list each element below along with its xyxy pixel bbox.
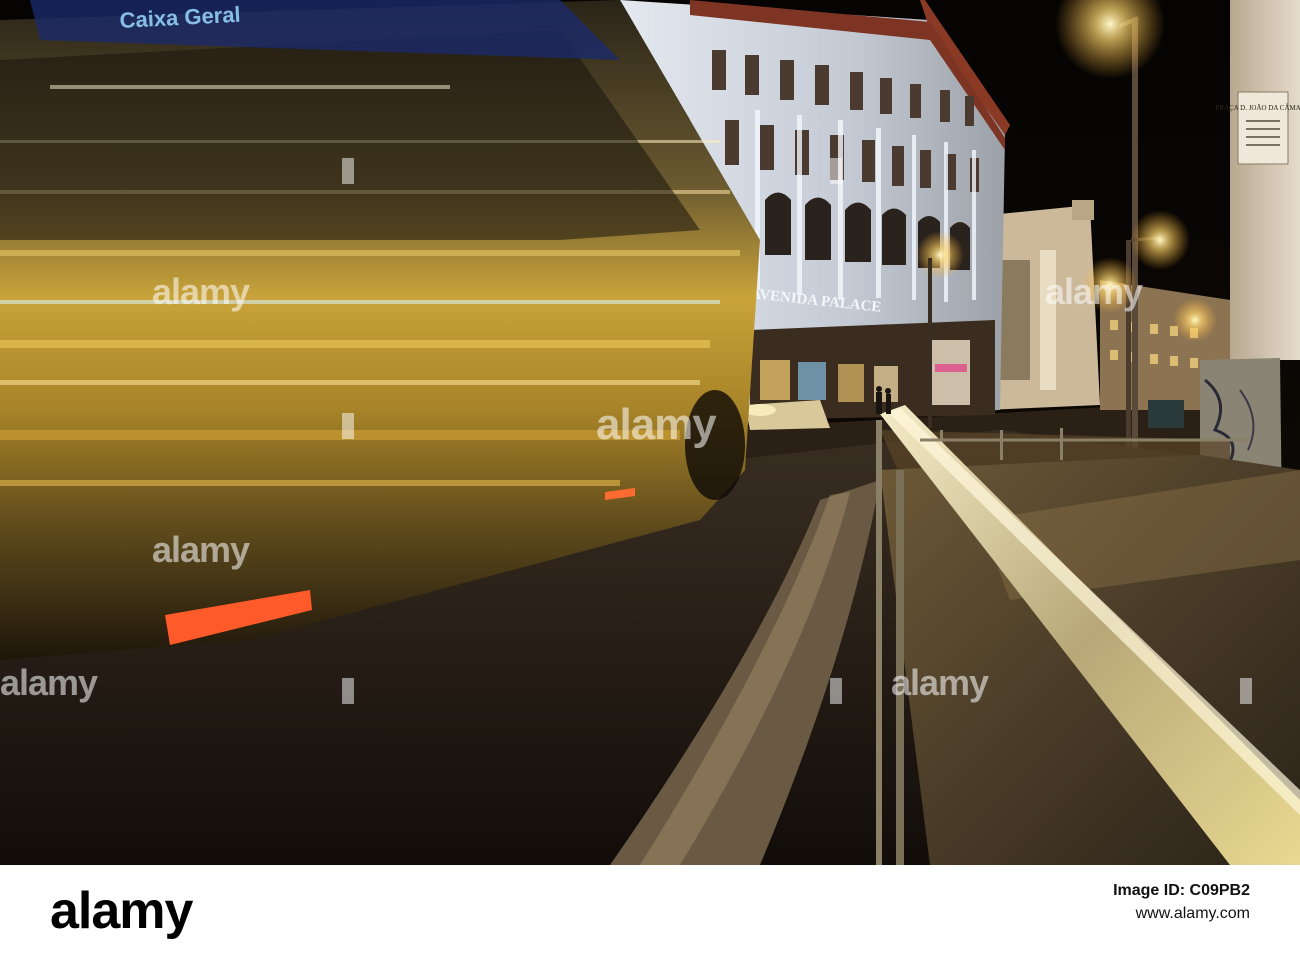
watermark-mark [342,158,354,184]
bus-wheel [685,390,745,500]
watermark-mark [830,678,842,704]
watermark-mark [342,678,354,704]
watermark-mark [1240,678,1252,704]
site-url[interactable]: www.alamy.com [1113,902,1250,925]
stock-footer: alamy Image ID: C09PB2 www.alamy.com [0,865,1300,954]
watermark-mark [830,158,842,184]
watermark-mark [342,413,354,439]
street-plaque-text: PRAÇA D. JOÃO DA CÂMARA [1215,104,1300,112]
image-meta: Image ID: C09PB2 www.alamy.com [1113,879,1250,925]
image-id: Image ID: C09PB2 [1113,882,1250,899]
alamy-logo[interactable]: alamy [50,885,193,937]
night-street-photo: AVENIDA PALACE PRAÇA D. JOÃO DA CÂMARA [0,0,1300,865]
street-scene: AVENIDA PALACE PRAÇA D. JOÃO DA CÂMARA [0,0,1300,865]
corner-wall [1230,0,1300,360]
